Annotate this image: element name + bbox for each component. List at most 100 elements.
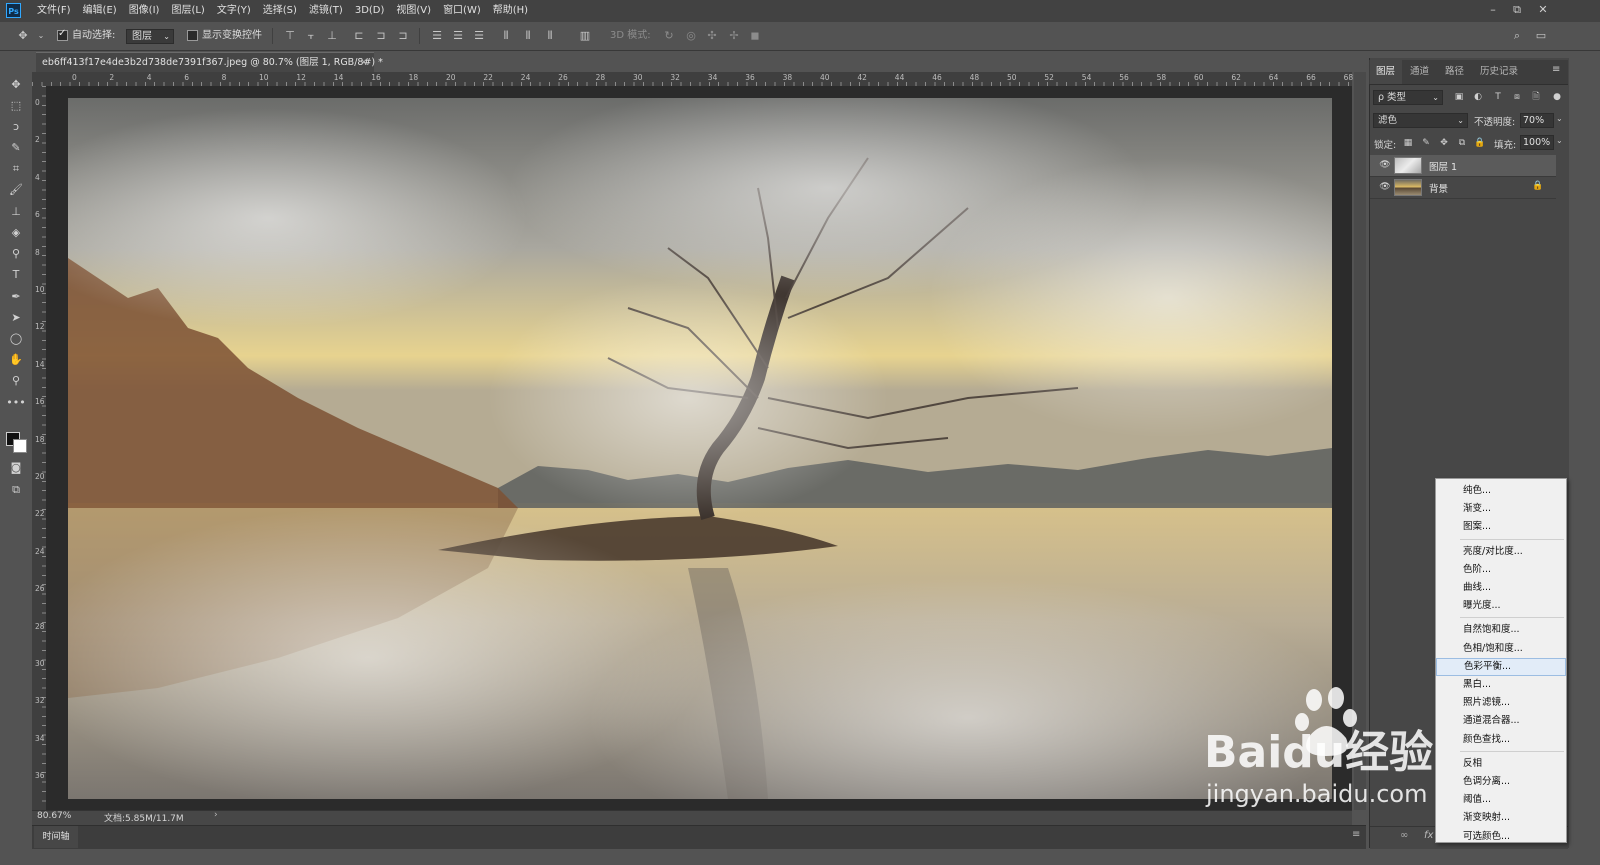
adjustment-menu-item[interactable]: 曲线... bbox=[1436, 579, 1566, 597]
ellipse-tool-icon[interactable]: ◯ bbox=[6, 330, 26, 348]
adjustment-menu-item[interactable]: 通道混合器... bbox=[1436, 712, 1566, 730]
menu-item-1[interactable]: 编辑(E) bbox=[83, 0, 123, 22]
adjustment-menu-item[interactable]: 自然饱和度... bbox=[1436, 621, 1566, 639]
opacity-input[interactable]: 70% bbox=[1520, 113, 1554, 128]
align-left-icon[interactable]: ⊏ bbox=[352, 29, 366, 43]
link-layers-icon[interactable]: ∞ bbox=[1400, 830, 1408, 841]
close-document-icon[interactable]: × bbox=[360, 53, 368, 73]
tab-history[interactable]: 历史记录 bbox=[1480, 60, 1518, 84]
adjustment-menu-item[interactable]: 色阶... bbox=[1436, 561, 1566, 579]
auto-select-target-dropdown[interactable]: 图层 ⌄ bbox=[126, 29, 174, 44]
3d-orbit-icon[interactable]: ↻ bbox=[662, 29, 676, 43]
distribute-top-icon[interactable]: ☰ bbox=[430, 29, 444, 43]
adjustment-menu-item[interactable]: 纯色... bbox=[1436, 482, 1566, 500]
distribute-right-icon[interactable]: ⫴ bbox=[543, 29, 557, 43]
distribute-left-icon[interactable]: ⫴ bbox=[499, 29, 513, 43]
adjustment-menu-item[interactable]: 照片滤镜... bbox=[1436, 694, 1566, 712]
menu-item-7[interactable]: 3D(D) bbox=[355, 0, 391, 22]
lock-position-icon[interactable]: ✥ bbox=[1438, 137, 1450, 149]
burn-tool-icon[interactable]: ⚲ bbox=[6, 245, 26, 263]
menu-item-3[interactable]: 图层(L) bbox=[171, 0, 210, 22]
align-top-icon[interactable]: ⊤ bbox=[283, 29, 297, 43]
visibility-eye-icon[interactable]: 👁 bbox=[1378, 181, 1392, 194]
3d-scale-icon[interactable]: ◼ bbox=[748, 29, 762, 43]
horizontal-ruler[interactable] bbox=[32, 72, 1352, 87]
quick-selection-tool-icon[interactable]: ✎ bbox=[6, 139, 26, 157]
status-menu-arrow-icon[interactable]: › bbox=[214, 810, 218, 820]
align-bottom-icon[interactable]: ⊥ bbox=[325, 29, 339, 43]
layer-row-background[interactable]: 👁 背景 🔒 bbox=[1370, 177, 1556, 199]
layer-style-fx-icon[interactable]: fx bbox=[1424, 830, 1433, 841]
path-selection-tool-icon[interactable]: ➤ bbox=[6, 309, 26, 327]
adjustment-menu-item[interactable]: 颜色查找... bbox=[1436, 731, 1566, 749]
adjustment-menu-item[interactable]: 图案... bbox=[1436, 518, 1566, 536]
menu-item-8[interactable]: 视图(V) bbox=[396, 0, 437, 22]
quick-mask-icon[interactable]: ◙ bbox=[6, 459, 26, 477]
adjustment-menu-item[interactable]: 色彩平衡... bbox=[1436, 657, 1566, 676]
adjustment-menu-item[interactable]: 渐变映射... bbox=[1436, 809, 1566, 827]
more-tools-icon[interactable]: ••• bbox=[6, 394, 26, 412]
adjustment-menu-item[interactable]: 阈值... bbox=[1436, 791, 1566, 809]
align-right-icon[interactable]: ⊐ bbox=[396, 29, 410, 43]
adjustment-menu-item[interactable]: 色相/饱和度... bbox=[1436, 640, 1566, 658]
adjustment-menu-item[interactable]: 色调分离... bbox=[1436, 773, 1566, 791]
3d-roll-icon[interactable]: ◎ bbox=[684, 29, 698, 43]
menu-item-5[interactable]: 选择(S) bbox=[263, 0, 303, 22]
tool-preset-chevron-icon[interactable]: ⌄ bbox=[34, 29, 48, 43]
layer-row-layer-1[interactable]: 👁 图层 1 bbox=[1370, 155, 1556, 177]
3d-slide-icon[interactable]: ✢ bbox=[727, 29, 741, 43]
distribute-vertical-center-icon[interactable]: ☰ bbox=[451, 29, 465, 43]
minimize-button[interactable]: – bbox=[1484, 2, 1502, 18]
tab-channels[interactable]: 通道 bbox=[1410, 60, 1429, 84]
menu-item-2[interactable]: 图像(I) bbox=[129, 0, 166, 22]
zoom-tool-icon[interactable]: ⚲ bbox=[6, 372, 26, 390]
marquee-tool-icon[interactable]: ⬚ bbox=[6, 97, 26, 115]
fill-chevron-icon[interactable]: ⌄ bbox=[1556, 136, 1563, 145]
filter-toggle-icon[interactable]: ● bbox=[1551, 91, 1563, 103]
filter-type-icon[interactable]: T bbox=[1492, 91, 1504, 103]
distribute-horizontal-center-icon[interactable]: ⫴ bbox=[521, 29, 535, 43]
blend-mode-dropdown[interactable]: 滤色 ⌄ bbox=[1373, 113, 1468, 128]
panel-menu-icon[interactable]: ≡ bbox=[1552, 64, 1560, 75]
workspace-icon[interactable]: ▭ bbox=[1534, 29, 1548, 43]
filter-shape-icon[interactable]: ⧈ bbox=[1511, 91, 1523, 103]
document-image[interactable] bbox=[68, 98, 1332, 799]
opacity-chevron-icon[interactable]: ⌄ bbox=[1556, 114, 1563, 123]
adjustment-menu-item[interactable]: 曝光度... bbox=[1436, 597, 1566, 615]
menu-item-6[interactable]: 滤镜(T) bbox=[309, 0, 349, 22]
adjustment-menu-item[interactable]: 渐变... bbox=[1436, 500, 1566, 518]
lock-image-pixels-icon[interactable]: ✎ bbox=[1420, 137, 1432, 149]
timeline-menu-icon[interactable]: ≡ bbox=[1352, 829, 1360, 840]
close-window-button[interactable]: ✕ bbox=[1534, 2, 1552, 18]
menu-item-4[interactable]: 文字(Y) bbox=[217, 0, 257, 22]
distribute-bottom-icon[interactable]: ☰ bbox=[472, 29, 486, 43]
visibility-eye-icon[interactable]: 👁 bbox=[1378, 159, 1392, 172]
type-tool-icon[interactable]: T bbox=[6, 266, 26, 284]
clone-stamp-tool-icon[interactable]: ⊥ bbox=[6, 203, 26, 221]
show-transform-controls-checkbox[interactable] bbox=[187, 30, 198, 41]
filter-pixel-icon[interactable]: ▣ bbox=[1453, 91, 1465, 103]
lock-artboard-icon[interactable]: ⧉ bbox=[1456, 137, 1468, 149]
move-tool-icon[interactable]: ✥ bbox=[16, 29, 30, 43]
layer-kind-filter-dropdown[interactable]: ρ 类型 ⌄ bbox=[1373, 90, 1443, 105]
auto-align-layers-icon[interactable]: ▥ bbox=[578, 29, 592, 43]
document-tab[interactable]: eb6ff413f17e4de3b2d738de7391f367.jpeg @ … bbox=[36, 52, 383, 73]
crop-tool-icon[interactable]: ⌗ bbox=[6, 160, 26, 178]
background-color-swatch[interactable] bbox=[13, 439, 27, 453]
menu-item-10[interactable]: 帮助(H) bbox=[493, 0, 534, 22]
eraser-tool-icon[interactable]: ◈ bbox=[6, 224, 26, 242]
align-vertical-center-icon[interactable]: ⫟ bbox=[304, 29, 318, 43]
timeline-tab[interactable]: 时间轴 bbox=[34, 826, 78, 848]
search-icon[interactable]: ⌕ bbox=[1510, 29, 1524, 43]
pen-tool-icon[interactable]: ✒ bbox=[6, 288, 26, 306]
zoom-level[interactable]: 80.67% bbox=[37, 811, 71, 821]
hand-tool-icon[interactable]: ✋ bbox=[6, 351, 26, 369]
lasso-tool-icon[interactable]: ↄ bbox=[6, 118, 26, 136]
adjustment-menu-item[interactable]: 黑白... bbox=[1436, 676, 1566, 694]
adjustment-menu-item[interactable]: 可选颜色... bbox=[1436, 828, 1566, 846]
filter-adjustment-icon[interactable]: ◐ bbox=[1472, 91, 1484, 103]
adjustment-menu-item[interactable]: 亮度/对比度... bbox=[1436, 543, 1566, 561]
tab-paths[interactable]: 路径 bbox=[1445, 60, 1464, 84]
adjustment-menu-item[interactable]: 反相 bbox=[1436, 755, 1566, 773]
filter-smart-object-icon[interactable]: 🗎 bbox=[1530, 91, 1542, 103]
